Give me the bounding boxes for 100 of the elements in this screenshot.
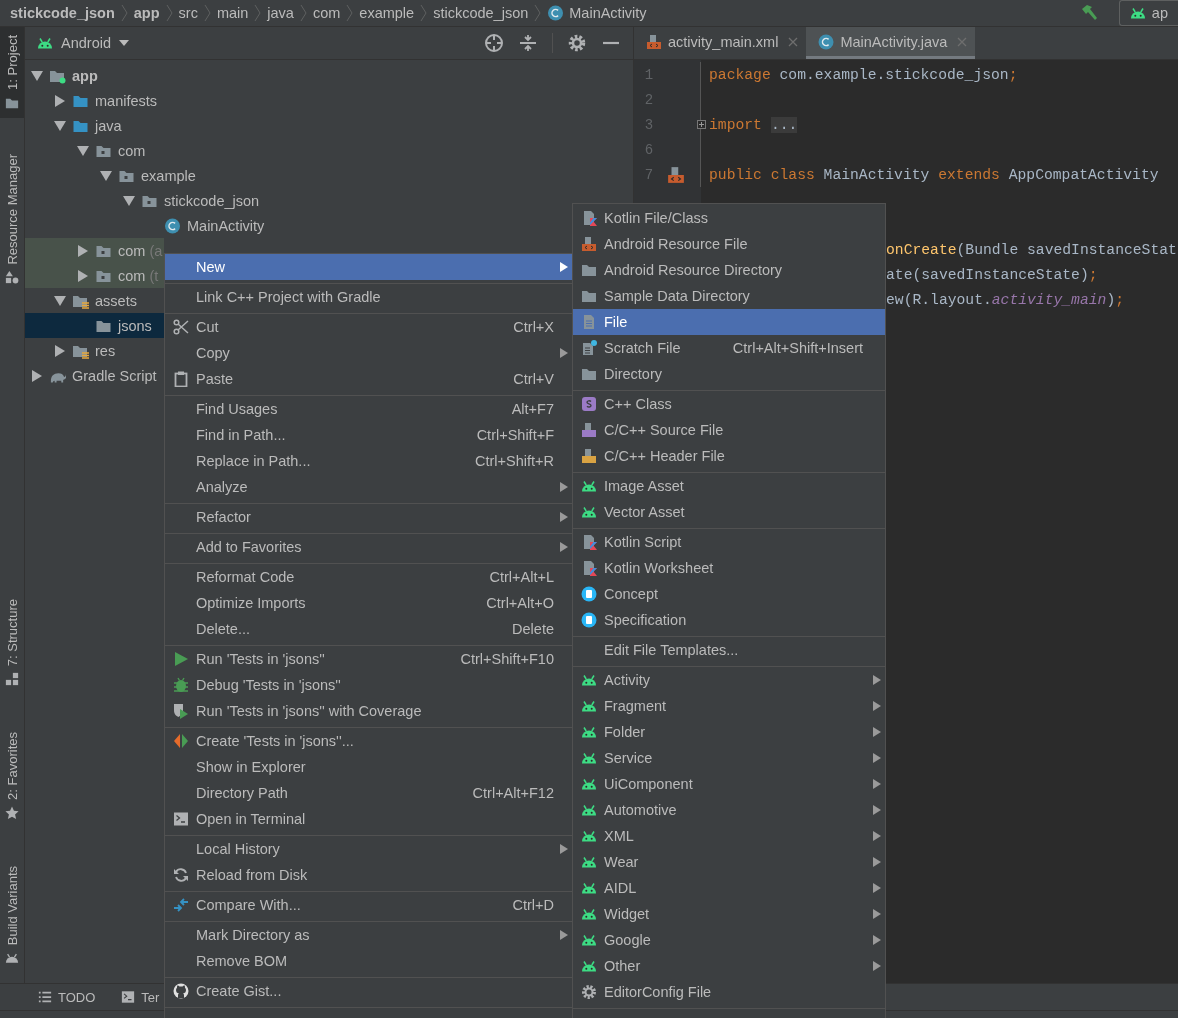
editor-tab[interactable]: MainActivity.java <box>806 27 976 59</box>
collapsed-arrow-icon[interactable] <box>77 244 89 257</box>
menu-item[interactable]: C++ Class <box>573 391 885 417</box>
run-configuration-dropdown[interactable]: ap <box>1118 0 1178 26</box>
menu-item[interactable]: Android Resource Directory <box>573 257 885 283</box>
menu-item[interactable]: Mark Directory as <box>165 922 572 948</box>
menu-item[interactable]: Cut Ctrl+X <box>165 314 572 340</box>
tree-item[interactable]: manifests <box>25 88 160 113</box>
menu-item[interactable]: Android Resource File <box>573 231 885 257</box>
menu-item[interactable]: C/C++ Source File <box>573 417 885 443</box>
menu-item[interactable]: Run 'Tests in 'jsons'' Ctrl+Shift+F10 <box>165 646 572 672</box>
menu-item[interactable]: Reload from Disk <box>165 862 572 888</box>
tool-window-tab[interactable]: Build Variants <box>0 857 24 973</box>
expanded-arrow-icon[interactable] <box>31 69 43 82</box>
menu-item[interactable]: Copy <box>165 340 572 366</box>
breadcrumb-item[interactable]: java <box>267 5 294 21</box>
breadcrumb-item[interactable]: stickcode_json <box>433 5 529 21</box>
expanded-arrow-icon[interactable] <box>123 194 135 207</box>
breadcrumb-item[interactable]: app <box>133 5 160 21</box>
tool-window-button[interactable]: TODO <box>38 989 96 1005</box>
menu-item[interactable]: Scratch File Ctrl+Alt+Shift+Insert <box>573 335 885 361</box>
breadcrumb-item[interactable]: main <box>216 5 249 21</box>
menu-item[interactable]: Paste Ctrl+V <box>165 366 572 392</box>
menu-item[interactable]: Directory <box>573 361 885 387</box>
menu-item[interactable]: Wear <box>573 849 885 875</box>
menu-item[interactable]: Automotive <box>573 797 885 823</box>
tool-window-tab[interactable]: Resource Manager <box>0 145 24 293</box>
tool-window-tab[interactable]: 7: Structure <box>0 590 24 694</box>
expanded-arrow-icon[interactable] <box>54 294 66 307</box>
menu-item[interactable]: Optimize Imports Ctrl+Alt+O <box>165 590 572 616</box>
menu-item[interactable]: Link C++ Project with Gradle <box>165 284 572 310</box>
menu-item[interactable]: C/C++ Header File <box>573 443 885 469</box>
tree-item[interactable]: stickcode_json <box>25 188 262 213</box>
menu-item[interactable]: Edit File Templates... <box>573 637 885 663</box>
menu-item[interactable]: Image Asset <box>573 473 885 499</box>
menu-item[interactable]: Refactor <box>165 504 572 530</box>
tree-item[interactable]: app <box>25 63 100 88</box>
breadcrumb-item[interactable]: example <box>359 5 415 21</box>
collapsed-arrow-icon[interactable] <box>77 269 89 282</box>
menu-item[interactable]: Create Gist... <box>165 978 572 1004</box>
menu-item[interactable]: New <box>165 254 572 280</box>
expanded-arrow-icon[interactable] <box>100 169 112 182</box>
menu-item[interactable]: Specification <box>573 607 885 633</box>
editor-tab[interactable]: activity_main.xml <box>634 27 807 59</box>
menu-item[interactable]: Service <box>573 745 885 771</box>
menu-item[interactable]: Fragment <box>573 693 885 719</box>
menu-item[interactable]: Local History <box>165 836 572 862</box>
menu-item[interactable]: Kotlin Script <box>573 529 885 555</box>
menu-item[interactable]: Vector Asset <box>573 499 885 525</box>
menu-item[interactable]: Activity <box>573 667 885 693</box>
menu-item[interactable]: EditorConfig File <box>573 979 885 1005</box>
breadcrumb-item[interactable]: MainActivity <box>569 5 647 21</box>
menu-item[interactable]: Run 'Tests in 'jsons'' with Coverage <box>165 698 572 724</box>
expanded-arrow-icon[interactable] <box>54 119 66 132</box>
tree-item[interactable]: res <box>25 338 118 363</box>
menu-item[interactable]: AIDL <box>573 875 885 901</box>
tree-item[interactable]: assets <box>25 288 139 313</box>
menu-item[interactable]: Compare With... Ctrl+D <box>165 892 572 918</box>
tool-window-tab[interactable]: 2: Favorites <box>0 723 24 828</box>
tree-item[interactable]: jsons <box>25 313 164 338</box>
tree-item[interactable]: example <box>25 163 198 188</box>
breadcrumb-item[interactable]: stickcode_json <box>10 5 115 21</box>
menu-item[interactable]: UiComponent <box>573 771 885 797</box>
breadcrumb-item[interactable]: src <box>178 5 198 21</box>
menu-item[interactable]: Widget <box>573 901 885 927</box>
menu-item[interactable]: Other <box>573 953 885 979</box>
expanded-arrow-icon[interactable] <box>77 144 89 157</box>
menu-item[interactable]: Find Usages Alt+F7 <box>165 396 572 422</box>
collapse-all-icon[interactable] <box>518 33 538 53</box>
menu-item[interactable]: Google <box>573 927 885 953</box>
menu-item[interactable]: Find in Path... Ctrl+Shift+F <box>165 422 572 448</box>
menu-item[interactable]: Replace in Path... Ctrl+Shift+R <box>165 448 572 474</box>
tree-item[interactable]: com <box>25 138 148 163</box>
breadcrumb-item[interactable]: com <box>312 5 341 21</box>
view-dropdown[interactable]: Android <box>37 35 129 51</box>
menu-item[interactable]: XML <box>573 823 885 849</box>
menu-item[interactable]: Kotlin File/Class <box>573 205 885 231</box>
menu-item[interactable]: Reformat Code Ctrl+Alt+L <box>165 564 572 590</box>
menu-item[interactable]: Remove BOM <box>165 948 572 974</box>
menu-item[interactable]: Create 'Tests in 'jsons''... <box>165 728 572 754</box>
menu-item[interactable]: Show in Explorer <box>165 754 572 780</box>
collapsed-arrow-icon[interactable] <box>54 94 66 107</box>
menu-item[interactable]: Analyze <box>165 474 572 500</box>
menu-item[interactable]: File <box>573 309 885 335</box>
tool-window-tab[interactable]: 1: Project <box>0 27 24 118</box>
tree-item[interactable]: java <box>25 113 124 138</box>
settings-icon[interactable] <box>567 33 587 53</box>
tool-window-button[interactable]: Ter <box>121 989 160 1005</box>
menu-item[interactable]: Debug 'Tests in 'jsons'' <box>165 672 572 698</box>
menu-item[interactable]: Directory Path Ctrl+Alt+F12 <box>165 780 572 806</box>
collapsed-arrow-icon[interactable] <box>31 369 43 382</box>
menu-item[interactable]: Kotlin Worksheet <box>573 555 885 581</box>
collapsed-arrow-icon[interactable] <box>54 344 66 357</box>
menu-item[interactable]: Add to Favorites <box>165 534 572 560</box>
menu-item[interactable]: Delete... Delete <box>165 616 572 642</box>
tree-item[interactable]: Gradle Script <box>25 363 159 388</box>
fold-toggle-icon[interactable] <box>697 120 706 129</box>
menu-item[interactable]: Open in Terminal <box>165 806 572 832</box>
crosshair-icon[interactable] <box>484 33 504 53</box>
menu-item[interactable]: Sample Data Directory <box>573 283 885 309</box>
